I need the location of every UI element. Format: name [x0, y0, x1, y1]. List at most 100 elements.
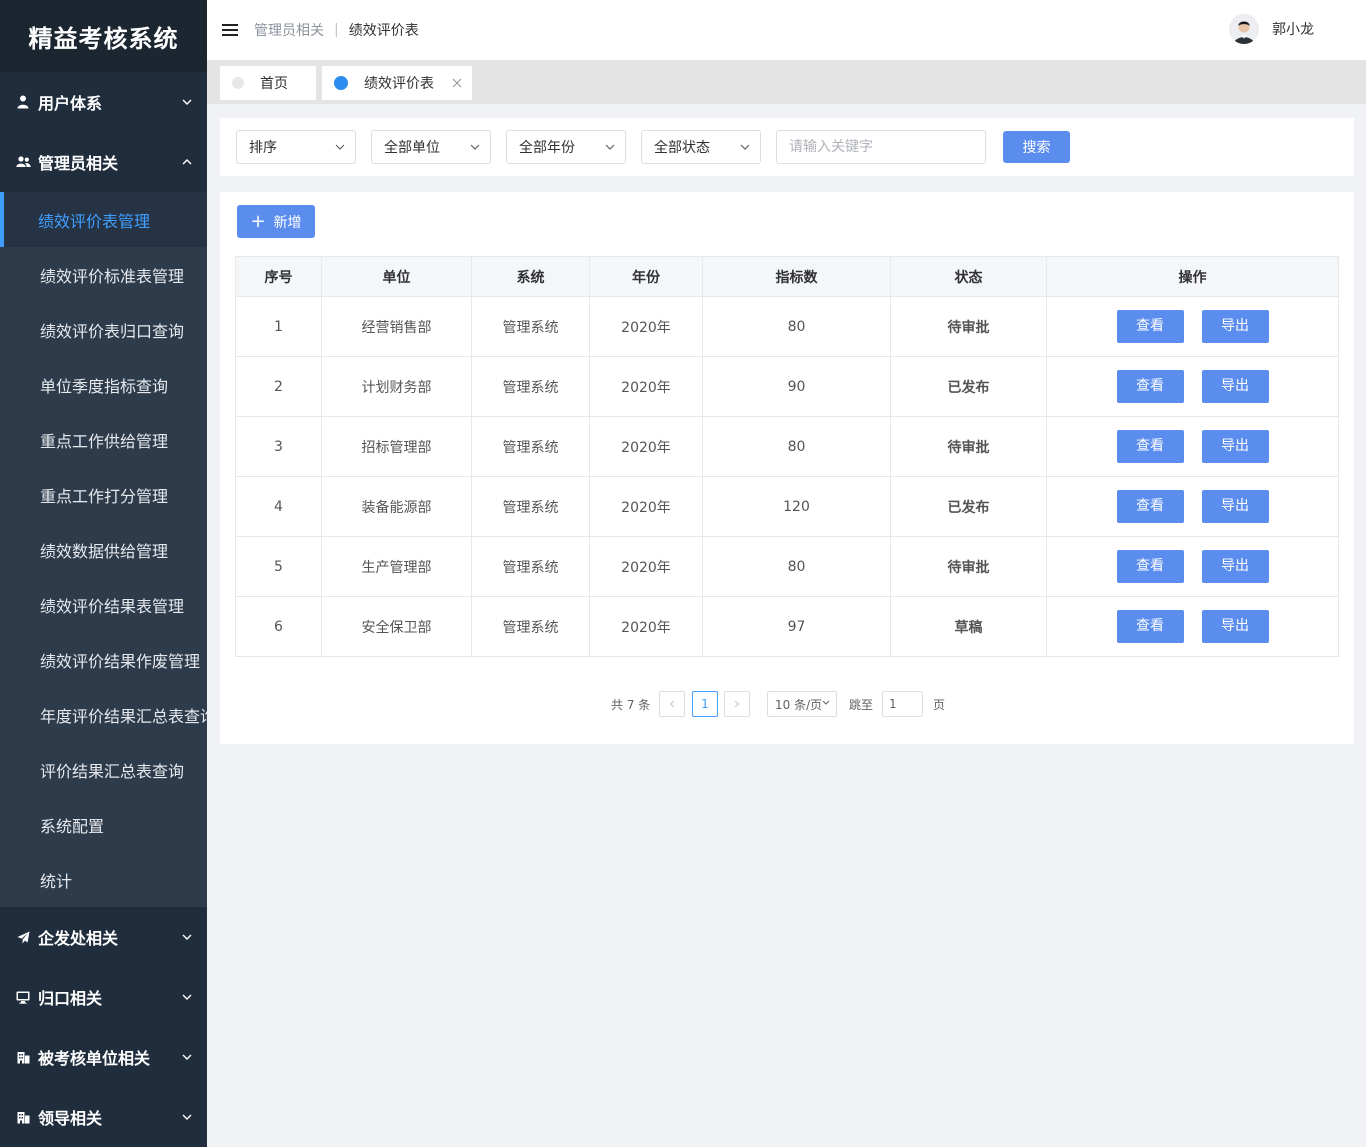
cell-actions: 查看 导出 — [1046, 476, 1339, 537]
menu-group-centralized[interactable]: 归口相关 — [0, 967, 207, 1027]
chevron-down-icon — [181, 1111, 193, 1123]
export-button[interactable]: 导出 — [1201, 310, 1269, 343]
sidebar-item-statistics[interactable]: 统计 — [0, 852, 207, 907]
cell-year: 2020年 — [589, 296, 703, 357]
add-button[interactable]: + 新增 — [237, 205, 315, 238]
keyword-search-input[interactable] — [776, 130, 986, 164]
column-header: 序号 — [235, 256, 322, 297]
cell-year: 2020年 — [589, 596, 703, 657]
page-size-value: 10 条/页 — [775, 697, 823, 712]
cell-actions: 查看 导出 — [1046, 596, 1339, 657]
chevron-down-icon — [470, 142, 480, 152]
sidebar-item-summary-query[interactable]: 评价结果汇总表查询 — [0, 742, 207, 797]
view-button[interactable]: 查看 — [1116, 370, 1184, 403]
sidebar-item-annual-summary-query[interactable]: 年度评价结果汇总表查询 — [0, 687, 207, 742]
user-icon — [14, 93, 32, 111]
breadcrumb-item[interactable]: 管理员相关 — [254, 20, 324, 40]
sidebar-item-performance-table-management[interactable]: 绩效评价表管理 — [0, 192, 207, 247]
app-logo-title: 精益考核系统 — [0, 0, 207, 72]
cell-year: 2020年 — [589, 476, 703, 537]
menu-group-label: 管理员相关 — [38, 154, 119, 173]
menu-group-label: 企发处相关 — [38, 929, 119, 948]
chevron-down-icon — [181, 991, 193, 1003]
chevron-down-icon — [181, 1051, 193, 1063]
view-button[interactable]: 查看 — [1116, 490, 1184, 523]
select-value: 全部状态 — [654, 140, 710, 156]
view-button[interactable]: 查看 — [1116, 610, 1184, 643]
sort-select[interactable]: 排序 — [236, 130, 356, 164]
page-size-select[interactable]: 10 条/页 — [767, 691, 837, 717]
sidebar-item-key-work-scoring[interactable]: 重点工作打分管理 — [0, 467, 207, 522]
chevron-down-icon — [822, 700, 830, 708]
cell-indicator-count: 80 — [702, 416, 891, 477]
pagination-total: 共 7 条 — [611, 698, 651, 712]
users-icon — [14, 153, 32, 171]
breadcrumb: 管理员相关 | 绩效评价表 — [254, 20, 419, 40]
sidebar-item-key-work-supply[interactable]: 重点工作供给管理 — [0, 412, 207, 467]
chevron-down-icon — [181, 931, 193, 943]
main-card: + 新增 序号 单位 系统 年份 指标数 状态 操作 1 经营销售部 管理系统 … — [220, 192, 1354, 744]
menu-group-label: 领导相关 — [38, 1109, 103, 1128]
sidebar-item-quarterly-indicator-query[interactable]: 单位季度指标查询 — [0, 357, 207, 412]
chevron-left-icon — [669, 700, 675, 708]
avatar[interactable] — [1229, 14, 1259, 44]
column-header: 指标数 — [702, 256, 891, 297]
select-value: 排序 — [249, 140, 277, 156]
search-button[interactable]: 搜索 — [1003, 131, 1070, 163]
menu-group-enterprise-dev[interactable]: 企发处相关 — [0, 907, 207, 967]
sidebar-item-system-config[interactable]: 系统配置 — [0, 797, 207, 852]
cell-unit: 装备能源部 — [321, 476, 472, 537]
menu-group-assessed-unit[interactable]: 被考核单位相关 — [0, 1027, 207, 1087]
plus-icon: + — [250, 210, 266, 232]
view-button[interactable]: 查看 — [1116, 430, 1184, 463]
status-badge: 已发布 — [890, 476, 1047, 537]
view-button[interactable]: 查看 — [1116, 550, 1184, 583]
column-header: 操作 — [1046, 256, 1339, 297]
cell-unit: 安全保卫部 — [321, 596, 472, 657]
export-button[interactable]: 导出 — [1201, 430, 1269, 463]
sidebar-item-performance-data-supply[interactable]: 绩效数据供给管理 — [0, 522, 207, 577]
chevron-up-icon — [181, 156, 193, 168]
tab-performance-table[interactable]: 绩效评价表 — [322, 66, 472, 100]
export-button[interactable]: 导出 — [1201, 490, 1269, 523]
year-select[interactable]: 全部年份 — [506, 130, 626, 164]
table-row: 5 生产管理部 管理系统 2020年 80 待审批 查看 导出 — [235, 536, 1339, 597]
sidebar-item-performance-table-query[interactable]: 绩效评价表归口查询 — [0, 302, 207, 357]
sidebar-item-result-void-management[interactable]: 绩效评价结果作废管理 — [0, 632, 207, 687]
sidebar-item-result-table-management[interactable]: 绩效评价结果表管理 — [0, 577, 207, 632]
cell-year: 2020年 — [589, 356, 703, 417]
next-page-button[interactable] — [724, 691, 750, 717]
menu-group-leadership[interactable]: 领导相关 — [0, 1087, 207, 1147]
cell-unit: 计划财务部 — [321, 356, 472, 417]
table-row: 2 计划财务部 管理系统 2020年 90 已发布 查看 导出 — [235, 356, 1339, 417]
username[interactable]: 郭小龙 — [1272, 19, 1314, 39]
menu-toggle-icon[interactable] — [222, 24, 238, 36]
unit-select[interactable]: 全部单位 — [371, 130, 491, 164]
cell-unit: 生产管理部 — [321, 536, 472, 597]
menu-group-user-system[interactable]: 用户体系 — [0, 72, 207, 132]
tab-status-dot — [334, 76, 348, 90]
cell-no: 6 — [235, 596, 322, 657]
column-header: 系统 — [471, 256, 590, 297]
tab-home[interactable]: 首页 — [220, 66, 316, 100]
cell-no: 4 — [235, 476, 322, 537]
cell-no: 5 — [235, 536, 322, 597]
table-row: 4 装备能源部 管理系统 2020年 120 已发布 查看 导出 — [235, 476, 1339, 537]
status-select[interactable]: 全部状态 — [641, 130, 761, 164]
cell-unit: 经营销售部 — [321, 296, 472, 357]
tabs-bar: 首页 绩效评价表 — [207, 60, 1366, 104]
add-button-label: 新增 — [273, 214, 302, 231]
cell-actions: 查看 导出 — [1046, 536, 1339, 597]
export-button[interactable]: 导出 — [1201, 550, 1269, 583]
jump-page-input[interactable] — [882, 691, 923, 717]
view-button[interactable]: 查看 — [1116, 310, 1184, 343]
sidebar-item-performance-standard-management[interactable]: 绩效评价标准表管理 — [0, 247, 207, 302]
export-button[interactable]: 导出 — [1201, 370, 1269, 403]
menu-group-admin[interactable]: 管理员相关 — [0, 132, 207, 192]
page-number-current[interactable]: 1 — [692, 691, 718, 717]
user-menu[interactable]: 郭小龙 — [1229, 14, 1314, 44]
chevron-down-icon — [740, 142, 750, 152]
export-button[interactable]: 导出 — [1201, 610, 1269, 643]
close-icon[interactable] — [452, 78, 462, 88]
prev-page-button[interactable] — [659, 691, 685, 717]
